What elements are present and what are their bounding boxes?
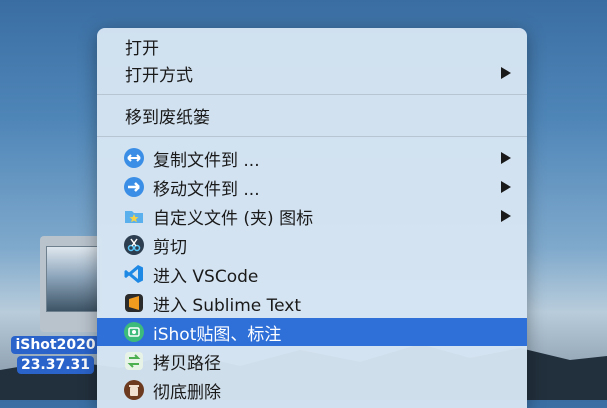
menu-item-open[interactable]: 打开 (97, 32, 527, 60)
menu-item-cut[interactable]: 剪切 (97, 231, 527, 259)
folder-star-icon (123, 205, 145, 227)
thumbnail-preview (46, 246, 100, 312)
menu-item-label: 移到废纸篓 (125, 107, 210, 128)
sublime-icon (123, 292, 145, 314)
menu-item-move-files-to[interactable]: 移动文件到 ... (97, 173, 527, 201)
submenu-arrow-icon (501, 181, 511, 193)
file-name-line1: iShot2020 (11, 336, 100, 354)
menu-item-label: iShot贴图、标注 (153, 324, 282, 345)
file-name-line2: 23.37.31 (16, 356, 95, 374)
menu-item-move-to-trash[interactable]: 移到废纸篓 (97, 101, 527, 129)
file-thumbnail[interactable] (40, 236, 102, 332)
menu-item-ishot[interactable]: iShot贴图、标注 (97, 318, 527, 346)
menu-item-custom-folder-icon[interactable]: 自定义文件 (夹) 图标 (97, 202, 527, 230)
menu-item-label: 拷贝路径 (153, 353, 221, 374)
menu-item-label: 自定义文件 (夹) 图标 (153, 208, 314, 229)
menu-separator (97, 136, 527, 137)
menu-item-copy-files-to[interactable]: 复制文件到 ... (97, 144, 527, 172)
scissors-icon (123, 234, 145, 256)
vscode-icon (123, 263, 145, 285)
submenu-arrow-icon (501, 67, 511, 79)
menu-item-open-with[interactable]: 打开方式 (97, 59, 527, 87)
context-menu: 打开 打开方式 移到废纸篓 复制文件到 ... 移动文件到 ... 自定义文件 … (97, 28, 527, 408)
menu-item-label: 剪切 (153, 237, 187, 258)
menu-item-label: 打开方式 (125, 65, 193, 86)
menu-item-open-sublime[interactable]: 进入 Sublime Text (97, 289, 527, 317)
menu-item-copy-path[interactable]: 拷贝路径 (97, 347, 527, 375)
submenu-arrow-icon (501, 210, 511, 222)
ishot-icon (123, 321, 145, 343)
copy-arrows-icon (123, 147, 145, 169)
move-arrow-icon (123, 176, 145, 198)
trash-icon (123, 379, 145, 401)
menu-item-label: 移动文件到 ... (153, 179, 260, 200)
menu-item-label: 复制文件到 ... (153, 150, 260, 171)
menu-item-label: 进入 VSCode (153, 266, 259, 287)
menu-item-label: 彻底删除 (153, 382, 221, 403)
menu-item-open-vscode[interactable]: 进入 VSCode (97, 260, 527, 288)
menu-separator (97, 94, 527, 95)
menu-item-label: 进入 Sublime Text (153, 295, 302, 316)
menu-item-label: 打开 (125, 38, 159, 59)
submenu-arrow-icon (501, 152, 511, 164)
copy-path-icon (123, 350, 145, 372)
file-name-label[interactable]: iShot2020 23.37.31 (8, 336, 103, 376)
